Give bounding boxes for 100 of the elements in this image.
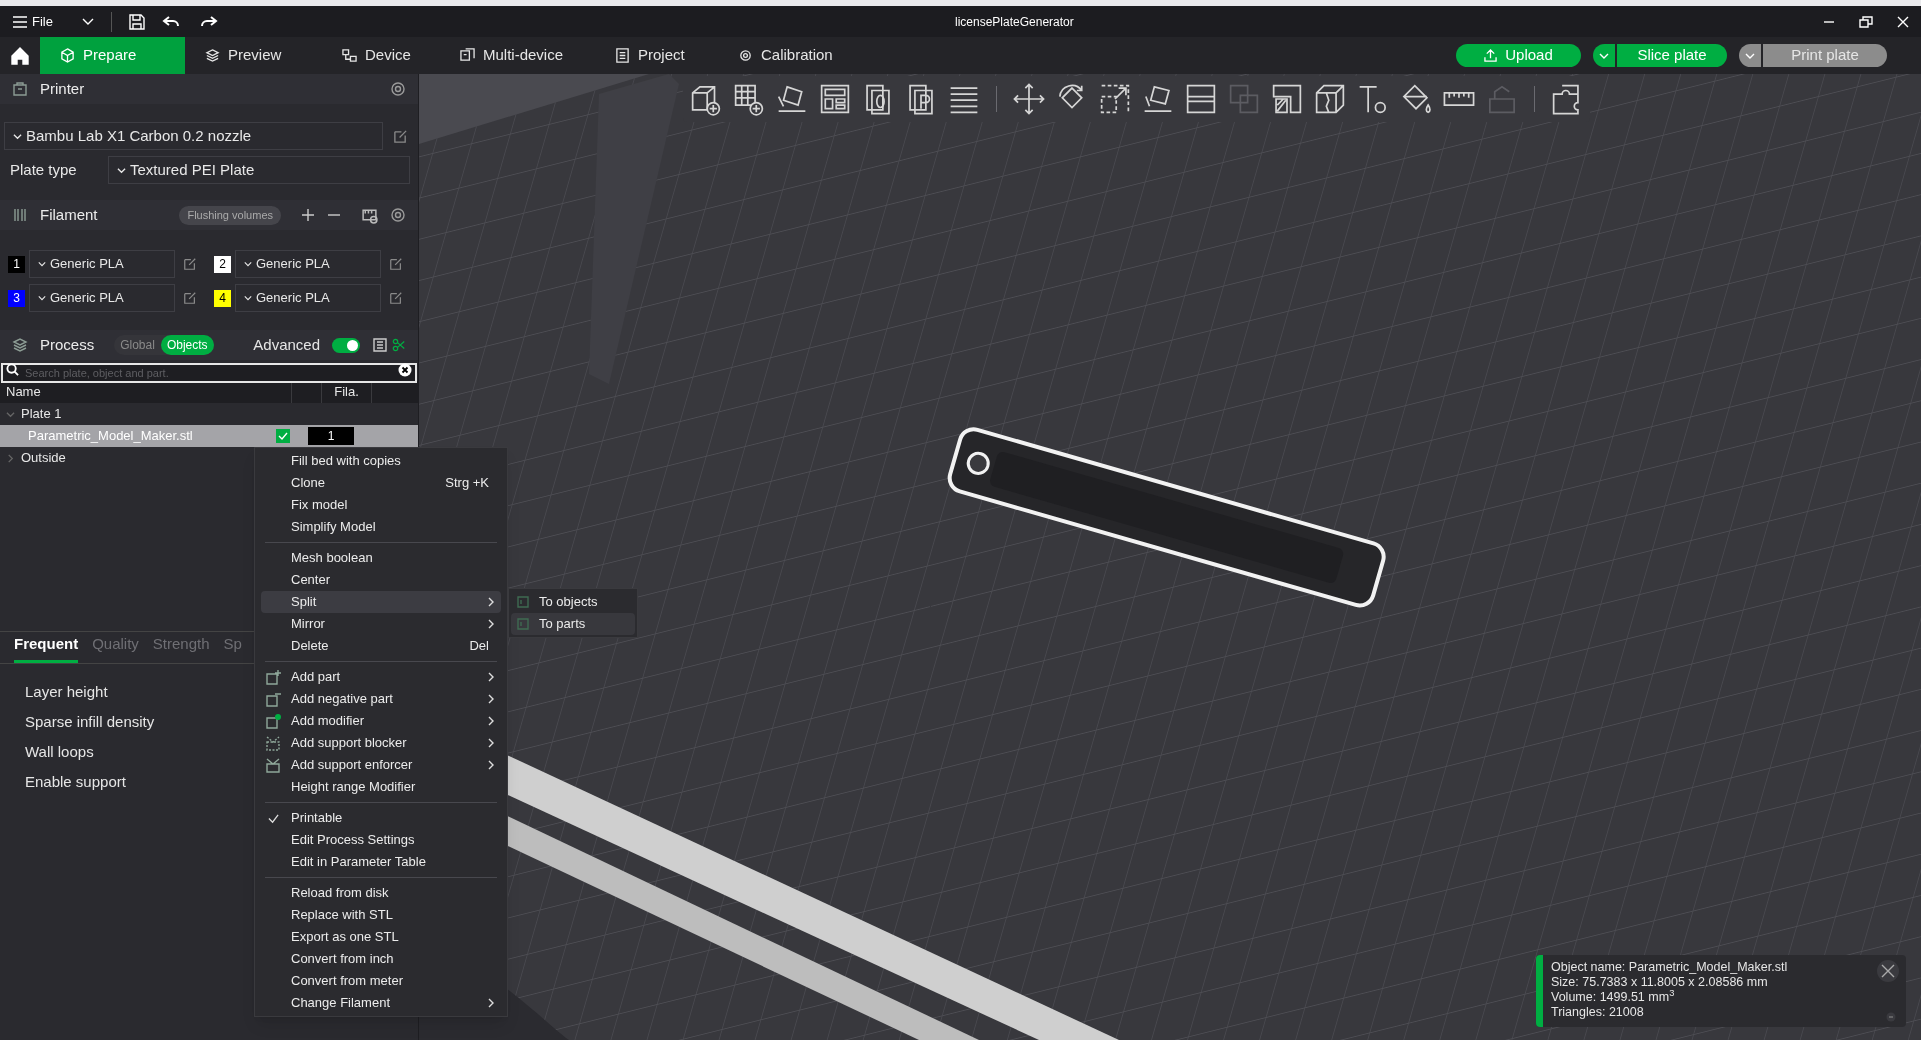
scissors-icon[interactable] [392, 338, 406, 352]
flushing-volumes-button[interactable]: Flushing volumes [179, 205, 281, 225]
edit-icon[interactable] [183, 257, 197, 271]
printer-preset-dropdown[interactable]: Bambu Lab X1 Carbon 0.2 nozzle [4, 122, 383, 150]
chevron-down-icon [38, 294, 46, 302]
filament-dropdown[interactable]: Generic PLA [29, 284, 175, 312]
menu-item[interactable]: Clone Strg +K [261, 472, 501, 494]
search-field[interactable]: Search plate, object and part. [1, 363, 417, 383]
column-header: Fila. [322, 381, 372, 403]
list-icon[interactable] [372, 337, 388, 353]
tree-item[interactable]: Outside [21, 448, 66, 468]
menu-item[interactable]: Add support blocker [261, 732, 501, 754]
menu-item[interactable]: Export as one STL [261, 926, 501, 948]
chevron-right-icon [487, 716, 495, 726]
dropdown-button[interactable] [1593, 44, 1615, 67]
menu-item[interactable]: Height range Modifier [261, 776, 501, 798]
process-icon [12, 337, 28, 353]
arrange-icon[interactable] [732, 82, 766, 116]
chevron-right-icon [487, 998, 495, 1008]
object-icon [517, 596, 529, 608]
settings-tab[interactable]: Frequent [14, 632, 79, 663]
calibration-icon [738, 48, 753, 63]
scale-icon[interactable] [1098, 82, 1132, 116]
chevron-down-icon [244, 260, 252, 268]
menu-item[interactable]: Add negative part [261, 688, 501, 710]
search-icon [6, 363, 19, 376]
restore-icon[interactable] [1859, 15, 1873, 28]
plus-icon[interactable] [301, 208, 315, 222]
advanced-toggle[interactable] [332, 337, 360, 353]
support-icon [265, 757, 281, 773]
mode-toggle[interactable]: Global [114, 335, 161, 355]
tab[interactable]: Calibration [718, 37, 858, 74]
layout-icon[interactable] [818, 82, 852, 116]
edit-icon[interactable] [389, 257, 403, 271]
chevron-down-icon [13, 131, 22, 141]
move-icon[interactable] [1012, 82, 1046, 116]
menu-item[interactable]: Convert from inch [261, 948, 501, 970]
filament-color-swatch[interactable]: 1 [8, 255, 25, 273]
settings-icon[interactable] [390, 207, 406, 223]
section-title: Process [40, 334, 95, 355]
menu-item[interactable]: Add support enforcer [261, 754, 501, 776]
menu-item[interactable]: Center [261, 569, 501, 591]
filament-cell[interactable]: 1 [308, 427, 354, 445]
menu-item[interactable]: Mirror [261, 613, 501, 635]
filament-color-swatch[interactable]: 2 [214, 255, 231, 273]
file-menu-button[interactable]: File [12, 11, 53, 32]
edit-icon[interactable] [389, 291, 403, 305]
menu-item[interactable]: To parts [511, 613, 635, 635]
part-icon [265, 713, 281, 729]
menu-item[interactable]: Delete Del [261, 635, 501, 657]
toggle-label: Advanced [253, 334, 320, 355]
menu-item[interactable]: Add modifier [261, 710, 501, 732]
settings-icon[interactable] [390, 81, 406, 97]
multi-device-icon [460, 48, 475, 63]
printable-checkbox[interactable] [276, 429, 290, 443]
device-icon [342, 48, 357, 63]
filament-dropdown[interactable]: Generic PLA [235, 284, 381, 312]
menu-item[interactable]: Mesh boolean [261, 547, 501, 569]
part-icon [265, 691, 281, 707]
menu-item[interactable]: Edit Process Settings [261, 829, 501, 851]
save-icon[interactable] [127, 12, 146, 31]
clear-icon[interactable] [398, 363, 412, 377]
menu-item[interactable]: To objects [511, 591, 635, 613]
menu-item[interactable]: Change Filament [261, 992, 501, 1014]
seam-icon[interactable] [1313, 82, 1347, 116]
tree-item[interactable]: Plate 1 [21, 404, 62, 424]
cut-icon[interactable] [1184, 82, 1218, 116]
menu-item[interactable]: Fill bed with copies [261, 450, 501, 472]
upload-icon [1484, 49, 1498, 62]
menu-item[interactable]: Convert from meter [261, 970, 501, 992]
chevron-down-icon [38, 260, 46, 268]
filament-sync-icon[interactable] [361, 206, 378, 224]
close-button[interactable] [1877, 960, 1899, 982]
check-icon [267, 812, 279, 824]
info-text: Volume: 1499.51 mm$^{3}$ [1551, 990, 1676, 1005]
menu-item[interactable]: Split [261, 591, 501, 613]
filament-dropdown[interactable]: Generic PLA [235, 250, 381, 278]
menu-item[interactable]: Simplify Model [261, 516, 501, 538]
tab[interactable]: Project [595, 37, 718, 74]
tab[interactable]: Device [322, 37, 440, 74]
filament-dropdown[interactable]: Generic PLA [29, 250, 175, 278]
window-title: licensePlateGenerator [955, 13, 1074, 31]
edit-icon[interactable] [183, 291, 197, 305]
menu-item[interactable]: Add part [261, 666, 501, 688]
filament-color-swatch[interactable]: 3 [8, 289, 25, 307]
tab[interactable]: Preview [185, 37, 322, 74]
chevron-right-icon [487, 760, 495, 770]
plate-type-dropdown[interactable]: Textured PEI Plate [108, 156, 410, 184]
chevron-right-icon[interactable] [6, 453, 15, 463]
support-paint-icon[interactable] [1270, 82, 1304, 116]
edit-icon[interactable] [393, 128, 408, 144]
menu-item[interactable]: Printable [261, 807, 501, 829]
menu-item[interactable]: Reload from disk [261, 882, 501, 904]
menu-item[interactable]: Fix model [261, 494, 501, 516]
tree-row[interactable]: Parametric_Model_Maker.stl 1 [0, 425, 418, 447]
close-icon[interactable] [1897, 15, 1909, 28]
filament-color-swatch[interactable]: 4 [214, 289, 231, 307]
menu-item[interactable]: Replace with STL [261, 904, 501, 926]
tab[interactable]: Multi-device [440, 37, 595, 74]
menu-item[interactable]: Edit in Parameter Table [261, 851, 501, 873]
